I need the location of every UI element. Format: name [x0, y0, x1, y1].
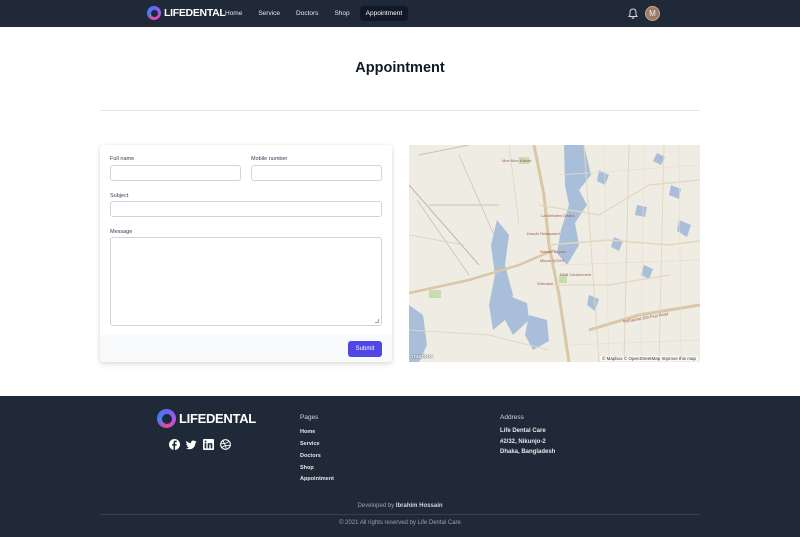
message-textarea[interactable]: [110, 237, 382, 326]
footer-link-shop[interactable]: Shop: [300, 465, 314, 471]
developer-name: Ibrahim Hossain: [395, 503, 443, 509]
footer-link-doctors[interactable]: Doctors: [300, 453, 321, 459]
footer-link-appointment[interactable]: Appointment: [300, 476, 334, 482]
social-links: [169, 439, 237, 450]
address-line: Life Dental Care: [500, 428, 546, 434]
nav-doctors[interactable]: Doctors: [290, 6, 324, 21]
footer-brand-name: LIFEDENTAL: [179, 411, 256, 426]
dribbble-icon[interactable]: [220, 439, 231, 450]
resize-handle-icon[interactable]: [375, 319, 379, 323]
linkedin-icon[interactable]: [203, 439, 214, 450]
submit-button[interactable]: Submit: [348, 341, 382, 357]
twitter-icon[interactable]: [186, 439, 197, 450]
brand-logo[interactable]: LIFEDENTAL: [147, 6, 226, 20]
message-label: Message: [110, 229, 133, 235]
page-title: Appointment: [355, 60, 445, 76]
developer-credit: Developed by Ibrahim Hossain: [0, 503, 800, 509]
map-place-label: Mirpur DOHS: [540, 258, 565, 263]
user-avatar[interactable]: M: [645, 6, 660, 21]
nav-appointment[interactable]: Appointment: [359, 6, 409, 21]
address-line: Dhaka, Bangladesh: [500, 449, 556, 455]
map-place-label: La Meridien Dhaka: [541, 213, 575, 218]
appointment-form: Full name Mobile number Subject Message …: [100, 145, 392, 362]
facebook-icon[interactable]: [169, 439, 180, 450]
full-name-input[interactable]: [110, 165, 241, 181]
map-place-label: Nawab Biryani: [540, 249, 566, 254]
nav-shop[interactable]: Shop: [328, 6, 355, 21]
copyright-text: © 2021 All rights reserved by Life Denta…: [339, 520, 461, 526]
mobile-number-label: Mobile number: [251, 156, 288, 162]
logo-mark-icon: [157, 409, 176, 428]
bell-icon[interactable]: [628, 8, 638, 19]
pages-heading: Pages: [300, 414, 319, 421]
map-place-label: Sheraton: [537, 281, 554, 286]
mapbox-logo[interactable]: mapbox: [412, 354, 433, 360]
map-place-label: Kacchi Restaurant: [527, 231, 560, 236]
footer-link-home[interactable]: Home: [300, 429, 315, 435]
full-name-label: Full name: [110, 156, 135, 162]
mobile-number-input[interactable]: [251, 165, 382, 181]
address-line: #2/32, Nikunjo-2: [500, 439, 546, 445]
map-place-label: Mon Mon Kabab: [502, 158, 532, 163]
footer-link-service[interactable]: Service: [300, 441, 320, 447]
logo-mark-icon: [147, 6, 161, 20]
subject-label: Subject: [110, 193, 129, 199]
map-attribution[interactable]: © Mapbox © OpenStreetMap Improve this ma…: [600, 356, 698, 361]
section-divider: [100, 110, 700, 111]
nav-links: Home Service Doctors Shop Appointment: [219, 6, 412, 21]
footer-brand-logo[interactable]: LIFEDENTAL: [157, 409, 256, 428]
address-heading: Address: [500, 414, 524, 421]
footer-divider: [100, 514, 700, 515]
top-navbar: LIFEDENTAL Home Service Doctors Shop App…: [0, 0, 800, 27]
developer-prefix: Developed by: [357, 503, 395, 509]
map-view[interactable]: Mon Mon Kabab La Meridien Dhaka Kacchi R…: [409, 145, 700, 362]
footer: LIFEDENTAL Pages Home Service Doctors Sh…: [0, 396, 800, 537]
subject-input[interactable]: [110, 201, 382, 217]
brand-name: LIFEDENTAL: [164, 7, 226, 19]
map-place-label: RAB Cantonment: [560, 272, 592, 277]
nav-service[interactable]: Service: [252, 6, 286, 21]
nav-home[interactable]: Home: [219, 6, 248, 21]
